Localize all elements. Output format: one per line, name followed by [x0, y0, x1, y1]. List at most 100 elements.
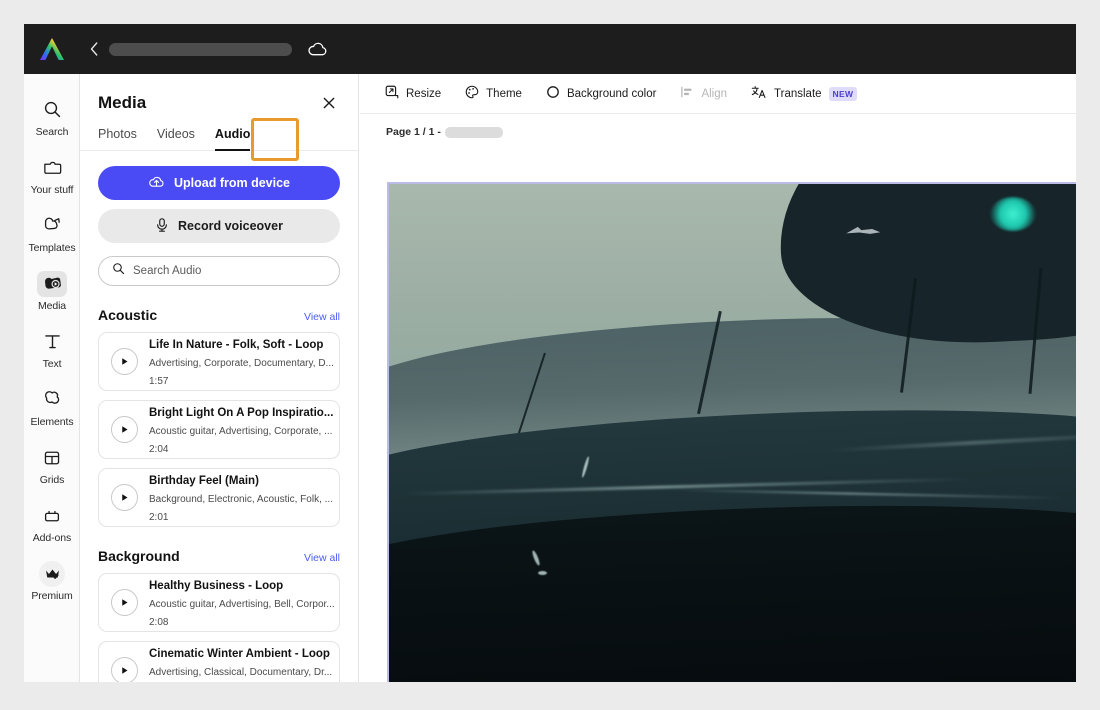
- record-voiceover-label: Record voiceover: [178, 219, 283, 233]
- upload-from-device-label: Upload from device: [174, 176, 290, 190]
- document-title-field[interactable]: [109, 42, 292, 56]
- page-title: Media: [98, 93, 147, 112]
- media-icon: [37, 270, 67, 297]
- grids-icon: [37, 445, 67, 471]
- sidebar-item-label: Premium: [31, 589, 73, 602]
- sidebar-item-label: Grids: [39, 473, 65, 486]
- track-meta: Life In Nature - Folk, Soft - Loop Adver…: [149, 335, 334, 389]
- search-icon: [37, 97, 67, 123]
- editor-toolbar: Resize Theme Background color Align Tran…: [360, 74, 1076, 114]
- sidebar-item-elements[interactable]: Elements: [24, 378, 80, 436]
- play-icon[interactable]: [111, 348, 138, 375]
- upload-cloud-icon: [148, 175, 165, 192]
- sidebar-item-grids[interactable]: Grids: [24, 436, 80, 494]
- play-icon[interactable]: [111, 484, 138, 511]
- translate-icon: [751, 85, 767, 102]
- artwork-wisp: [537, 571, 547, 576]
- translate-button[interactable]: Translate NEW: [742, 80, 866, 107]
- sidebar-item-premium[interactable]: Premium: [24, 552, 80, 610]
- search-audio-field[interactable]: [98, 256, 340, 286]
- tab-videos[interactable]: Videos: [157, 127, 195, 150]
- theme-label: Theme: [486, 87, 522, 100]
- sidebar-item-label: Elements: [30, 415, 74, 428]
- track-tags: Acoustic guitar, Advertising, Bell, Corp…: [149, 598, 335, 610]
- new-badge: NEW: [828, 86, 858, 101]
- track-card[interactable]: Bright Light On A Pop Inspiratio... Acou…: [98, 400, 340, 459]
- resize-button[interactable]: Resize: [376, 80, 450, 107]
- section-title: Background: [98, 548, 180, 564]
- page-label-row: Page 1 / 1 -: [360, 114, 1076, 146]
- track-tags: Advertising, Corporate, Documentary, D..…: [149, 357, 334, 369]
- track-tags: Background, Electronic, Acoustic, Folk, …: [149, 493, 333, 505]
- elements-icon: [37, 387, 67, 413]
- sidebar-item-label: Media: [37, 299, 67, 312]
- track-card[interactable]: Life In Nature - Folk, Soft - Loop Adver…: [98, 332, 340, 391]
- theme-palette-icon: [465, 85, 479, 102]
- resize-label: Resize: [406, 87, 442, 100]
- sidebar-item-your-stuff[interactable]: Your stuff: [24, 146, 80, 204]
- track-duration: 2:08: [149, 616, 169, 628]
- cloud-icon[interactable]: [306, 38, 328, 60]
- media-panel-body: Upload from device Record voiceover Sear…: [80, 151, 358, 682]
- editor-area: Resize Theme Background color Align Tran…: [360, 74, 1076, 682]
- background-color-icon: [546, 85, 560, 102]
- track-title: Cinematic Winter Ambient - Loop: [149, 647, 330, 660]
- artwork-glow-light: [990, 197, 1037, 232]
- track-title: Bright Light On A Pop Inspiratio...: [149, 406, 334, 419]
- addons-icon: [37, 503, 67, 529]
- section-header-background: Background View all: [98, 548, 340, 564]
- track-duration: 2:04: [149, 443, 169, 455]
- adobe-express-logo[interactable]: [39, 37, 65, 61]
- sidebar-item-search[interactable]: Search: [24, 88, 80, 146]
- play-icon[interactable]: [111, 589, 138, 616]
- sidebar-item-label: Your stuff: [30, 183, 74, 196]
- track-tags: Acoustic guitar, Advertising, Corporate,…: [149, 425, 333, 437]
- page-indicator-label: Page 1 / 1 -: [386, 126, 441, 138]
- tab-audio[interactable]: Audio: [214, 127, 251, 151]
- media-panel-header: Media: [80, 74, 358, 114]
- track-card[interactable]: Cinematic Winter Ambient - Loop Advertis…: [98, 641, 340, 682]
- close-icon[interactable]: [318, 92, 340, 114]
- theme-button[interactable]: Theme: [456, 80, 531, 107]
- templates-icon: [37, 213, 67, 239]
- crown-icon: [39, 560, 65, 587]
- sidebar-item-templates[interactable]: Templates: [24, 204, 80, 262]
- track-title: Birthday Feel (Main): [149, 474, 259, 487]
- align-icon: [680, 85, 694, 102]
- search-audio-input[interactable]: [133, 265, 326, 277]
- background-color-button[interactable]: Background color: [537, 80, 666, 107]
- sidebar-item-text[interactable]: Text: [24, 320, 80, 378]
- upload-from-device-button[interactable]: Upload from device: [98, 166, 340, 200]
- translate-label: Translate: [774, 87, 822, 100]
- resize-icon: [385, 85, 399, 102]
- play-icon[interactable]: [111, 416, 138, 443]
- canvas-artwork: [389, 184, 1076, 682]
- app-window: Search Your stuff Templates Media Text E…: [24, 24, 1076, 682]
- back-chevron-icon[interactable]: [87, 39, 101, 59]
- sidebar-item-add-ons[interactable]: Add-ons: [24, 494, 80, 552]
- track-meta: Cinematic Winter Ambient - Loop Advertis…: [149, 644, 332, 683]
- sidebar-item-label: Templates: [28, 241, 76, 254]
- background-color-label: Background color: [566, 87, 657, 100]
- sidebar-item-media[interactable]: Media: [24, 262, 80, 320]
- sidebar-item-label: Text: [42, 357, 62, 370]
- track-meta: Healthy Business - Loop Acoustic guitar,…: [149, 576, 335, 630]
- view-all-link[interactable]: View all: [304, 311, 340, 323]
- sidebar-item-label: Add-ons: [32, 531, 72, 544]
- record-voiceover-button[interactable]: Record voiceover: [98, 209, 340, 243]
- play-icon[interactable]: [111, 657, 138, 682]
- view-all-link[interactable]: View all: [304, 552, 340, 564]
- track-title: Life In Nature - Folk, Soft - Loop: [149, 338, 324, 351]
- text-icon: [37, 329, 67, 355]
- track-card[interactable]: Healthy Business - Loop Acoustic guitar,…: [98, 573, 340, 632]
- media-panel-tabs: Photos Videos Audio: [80, 118, 358, 161]
- header-bar: [24, 24, 1076, 74]
- track-meta: Birthday Feel (Main) Background, Electro…: [149, 471, 333, 525]
- folder-icon: [37, 155, 67, 181]
- tab-photos[interactable]: Photos: [98, 127, 137, 150]
- align-button: Align: [671, 80, 736, 107]
- search-icon: [112, 262, 125, 280]
- align-label: Align: [701, 87, 728, 100]
- canvas-frame[interactable]: [387, 182, 1076, 682]
- track-card[interactable]: Birthday Feel (Main) Background, Electro…: [98, 468, 340, 527]
